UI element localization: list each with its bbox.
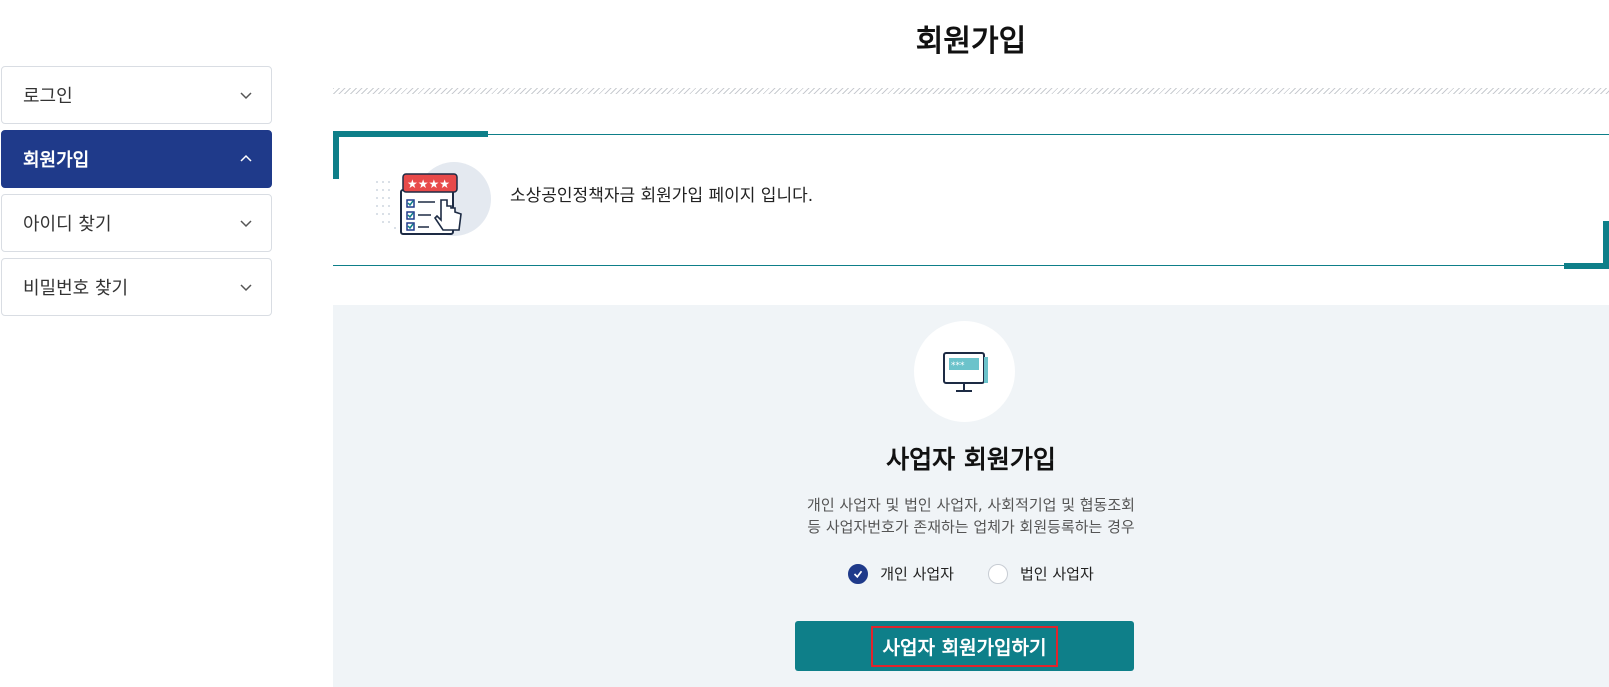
sidebar-nav: 로그인 회원가입 아이디 찾기 비밀번호 찾기: [1, 66, 272, 322]
survey-rating-icon: ★★★★: [371, 162, 496, 242]
corner-accent: [333, 131, 488, 137]
sidebar-item-signup[interactable]: 회원가입: [1, 130, 272, 188]
radio-label: 개인 사업자: [880, 565, 954, 583]
radio-empty-icon: [988, 563, 1008, 584]
button-label: 사업자 회원가입하기: [870, 625, 1059, 667]
notice-box: ★★★★ 소상공인정책자금 회원가입 페이지 입니다.: [333, 131, 1609, 269]
title-divider: [333, 88, 1609, 94]
sidebar-item-label: 아이디 찾기: [23, 214, 112, 235]
notice-text: 소상공인정책자금 회원가입 페이지 입니다.: [510, 186, 814, 206]
business-signup-button[interactable]: 사업자 회원가입하기: [795, 621, 1134, 671]
business-signup-title: 사업자 회원가입: [886, 445, 1056, 474]
chevron-down-icon: [237, 214, 255, 232]
chevron-down-icon: [237, 86, 255, 104]
sidebar-item-label: 비밀번호 찾기: [23, 278, 129, 299]
sidebar-item-find-id[interactable]: 아이디 찾기: [1, 194, 272, 252]
sidebar-item-label: 로그인: [23, 86, 73, 107]
sidebar-item-login[interactable]: 로그인: [1, 66, 272, 124]
page-title: 회원가입: [915, 24, 1027, 59]
description-line: 개인 사업자 및 법인 사업자, 사회적기업 및 협동조회: [807, 496, 1135, 514]
corner-accent: [1603, 221, 1609, 269]
corner-accent: [333, 131, 339, 179]
svg-text:★★★★: ★★★★: [407, 177, 450, 191]
business-type-radio-group: 개인 사업자 법인 사업자: [333, 563, 1609, 584]
description-line: 등 사업자번호가 존재하는 업체가 회원등록하는 경우: [807, 518, 1135, 536]
radio-corporate-business[interactable]: 법인 사업자: [988, 563, 1094, 584]
checkmark-icon: [848, 563, 869, 584]
svg-text:***: ***: [951, 361, 965, 371]
sidebar-item-label: 회원가입: [23, 150, 90, 171]
monitor-password-icon: ***: [914, 321, 1015, 422]
chevron-down-icon: [237, 278, 255, 296]
radio-label: 법인 사업자: [1020, 565, 1094, 583]
sidebar-item-find-password[interactable]: 비밀번호 찾기: [1, 258, 272, 316]
radio-individual-business[interactable]: 개인 사업자: [848, 563, 954, 584]
chevron-up-icon: [237, 150, 255, 168]
business-signup-description: 개인 사업자 및 법인 사업자, 사회적기업 및 협동조회 등 사업자번호가 존…: [333, 494, 1609, 538]
business-signup-panel: *** 사업자 회원가입 개인 사업자 및 법인 사업자, 사회적기업 및 협동…: [333, 305, 1609, 687]
